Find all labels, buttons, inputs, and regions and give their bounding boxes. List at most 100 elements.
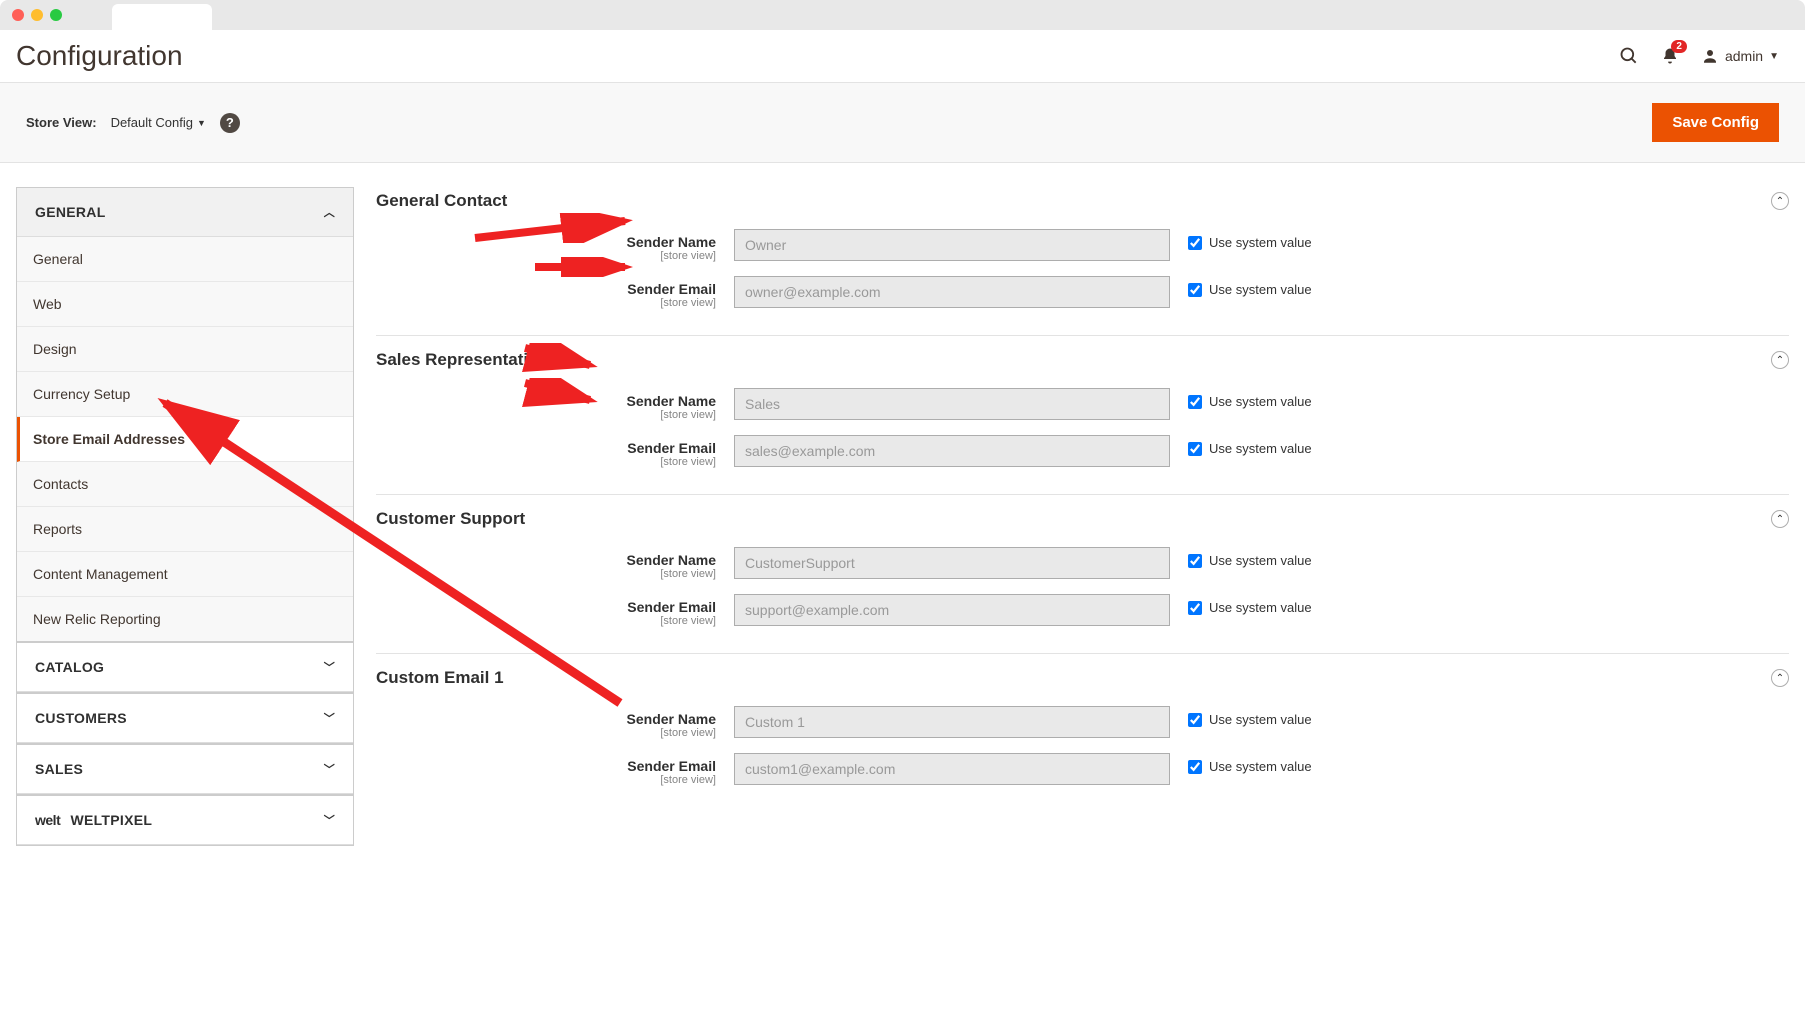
sidebar-group-weltpixel: welt WELTPIXEL ﹀ <box>16 795 354 846</box>
scope-note: [store view] <box>376 615 716 627</box>
fieldset-title: Custom Email 1 <box>376 668 504 688</box>
chevron-down-icon: ﹀ <box>324 659 335 675</box>
sender-name-input[interactable] <box>734 547 1170 579</box>
collapse-icon: ⌃ <box>1771 669 1789 687</box>
sidebar-group-label: CUSTOMERS <box>35 710 127 726</box>
sidebar-item-design[interactable]: Design <box>17 327 353 372</box>
use-system-label[interactable]: Use system value <box>1209 235 1312 250</box>
sidebar-item-general[interactable]: General <box>17 237 353 282</box>
main-content: GENERAL ︿ General Web Design Currency Se… <box>0 163 1805 870</box>
sidebar-group-header-general[interactable]: GENERAL ︿ <box>17 188 353 237</box>
use-system-checkbox[interactable] <box>1188 601 1202 615</box>
field-sender-email: Sender Email[store view] Use system valu… <box>376 276 1789 309</box>
help-icon[interactable]: ? <box>220 113 240 133</box>
sidebar-item-web[interactable]: Web <box>17 282 353 327</box>
field-sender-name: Sender Name[store view] Use system value <box>376 547 1789 580</box>
field-sender-name: Sender Name[store view] Use system value <box>376 706 1789 739</box>
use-system-checkbox[interactable] <box>1188 713 1202 727</box>
field-label: Sender Name <box>627 552 716 568</box>
scope-note: [store view] <box>376 409 716 421</box>
use-system-label[interactable]: Use system value <box>1209 282 1312 297</box>
user-icon <box>1701 47 1719 65</box>
use-system-label[interactable]: Use system value <box>1209 759 1312 774</box>
field-sender-email: Sender Email[store view] Use system valu… <box>376 594 1789 627</box>
collapse-icon: ⌃ <box>1771 351 1789 369</box>
collapse-icon: ⌃ <box>1771 510 1789 528</box>
sender-email-input[interactable] <box>734 276 1170 308</box>
field-label: Sender Email <box>627 440 716 456</box>
fieldset-header[interactable]: Custom Email 1 ⌃ <box>376 664 1789 706</box>
use-system-checkbox[interactable] <box>1188 442 1202 456</box>
page-title: Configuration <box>16 40 183 72</box>
chevron-down-icon: ▼ <box>1769 51 1779 62</box>
sidebar-group-header-weltpixel[interactable]: welt WELTPIXEL ﹀ <box>17 796 353 845</box>
chevron-down-icon: ﹀ <box>324 761 335 777</box>
use-system-label[interactable]: Use system value <box>1209 553 1312 568</box>
scope-note: [store view] <box>376 297 716 309</box>
sidebar-group-label: WELTPIXEL <box>70 812 152 828</box>
sidebar-item-currency-setup[interactable]: Currency Setup <box>17 372 353 417</box>
field-label: Sender Name <box>627 393 716 409</box>
window-close-icon[interactable] <box>12 9 24 21</box>
fieldset-header[interactable]: General Contact ⌃ <box>376 187 1789 229</box>
sidebar-group-header-sales[interactable]: SALES ﹀ <box>17 745 353 794</box>
sidebar-item-content-management[interactable]: Content Management <box>17 552 353 597</box>
chevron-down-icon: ﹀ <box>324 812 335 828</box>
scope-note: [store view] <box>376 774 716 786</box>
field-label: Sender Email <box>627 281 716 297</box>
sidebar-item-reports[interactable]: Reports <box>17 507 353 552</box>
window-minimize-icon[interactable] <box>31 9 43 21</box>
store-view-label: Store View: <box>26 115 97 130</box>
window-controls <box>12 9 62 21</box>
use-system-checkbox[interactable] <box>1188 554 1202 568</box>
use-system-checkbox[interactable] <box>1188 236 1202 250</box>
sidebar-group-header-catalog[interactable]: CATALOG ﹀ <box>17 643 353 692</box>
sidebar-group-sales: SALES ﹀ <box>16 744 354 795</box>
sidebar-item-contacts[interactable]: Contacts <box>17 462 353 507</box>
fieldset-title: General Contact <box>376 191 507 211</box>
save-config-button[interactable]: Save Config <box>1652 103 1779 142</box>
header-actions: 2 admin ▼ <box>1619 46 1779 66</box>
config-content: General Contact ⌃ Sender Name[store view… <box>376 187 1789 846</box>
use-system-label[interactable]: Use system value <box>1209 441 1312 456</box>
field-label: Sender Email <box>627 758 716 774</box>
sender-name-input[interactable] <box>734 388 1170 420</box>
use-system-checkbox[interactable] <box>1188 760 1202 774</box>
sidebar-group-customers: CUSTOMERS ﹀ <box>16 693 354 744</box>
search-button[interactable] <box>1619 46 1639 66</box>
sidebar-group-label: GENERAL <box>35 204 106 220</box>
scope-note: [store view] <box>376 727 716 739</box>
sidebar-group-general: GENERAL ︿ General Web Design Currency Se… <box>16 187 354 642</box>
weltpixel-logo: welt <box>35 812 60 828</box>
sidebar-group-body-general: General Web Design Currency Setup Store … <box>17 237 353 641</box>
fieldset-header[interactable]: Sales Representative ⌃ <box>376 346 1789 388</box>
sender-email-input[interactable] <box>734 594 1170 626</box>
fieldset-header[interactable]: Customer Support ⌃ <box>376 505 1789 547</box>
use-system-label[interactable]: Use system value <box>1209 394 1312 409</box>
field-sender-email: Sender Email[store view] Use system valu… <box>376 753 1789 786</box>
sender-name-input[interactable] <box>734 706 1170 738</box>
collapse-icon: ⌃ <box>1771 192 1789 210</box>
use-system-checkbox[interactable] <box>1188 283 1202 297</box>
sender-name-input[interactable] <box>734 229 1170 261</box>
notifications-button[interactable]: 2 <box>1661 46 1679 66</box>
window-fullscreen-icon[interactable] <box>50 9 62 21</box>
sidebar-item-store-email-addresses[interactable]: Store Email Addresses <box>17 417 353 462</box>
sidebar-group-header-customers[interactable]: CUSTOMERS ﹀ <box>17 694 353 743</box>
browser-tab[interactable] <box>112 4 212 30</box>
browser-chrome <box>0 0 1805 30</box>
sidebar-item-new-relic-reporting[interactable]: New Relic Reporting <box>17 597 353 641</box>
user-menu[interactable]: admin ▼ <box>1701 47 1779 65</box>
use-system-checkbox[interactable] <box>1188 395 1202 409</box>
fieldset-sales-representative: Sales Representative ⌃ Sender Name[store… <box>376 346 1789 495</box>
fieldset-title: Sales Representative <box>376 350 547 370</box>
sender-email-input[interactable] <box>734 435 1170 467</box>
use-system-label[interactable]: Use system value <box>1209 712 1312 727</box>
sidebar-group-catalog: CATALOG ﹀ <box>16 642 354 693</box>
config-sidebar: GENERAL ︿ General Web Design Currency Se… <box>16 187 354 846</box>
store-view-switcher[interactable]: Default Config ▼ <box>111 115 206 130</box>
sender-email-input[interactable] <box>734 753 1170 785</box>
scope-bar: Store View: Default Config ▼ ? Save Conf… <box>0 83 1805 163</box>
use-system-label[interactable]: Use system value <box>1209 600 1312 615</box>
notification-badge: 2 <box>1671 40 1687 53</box>
